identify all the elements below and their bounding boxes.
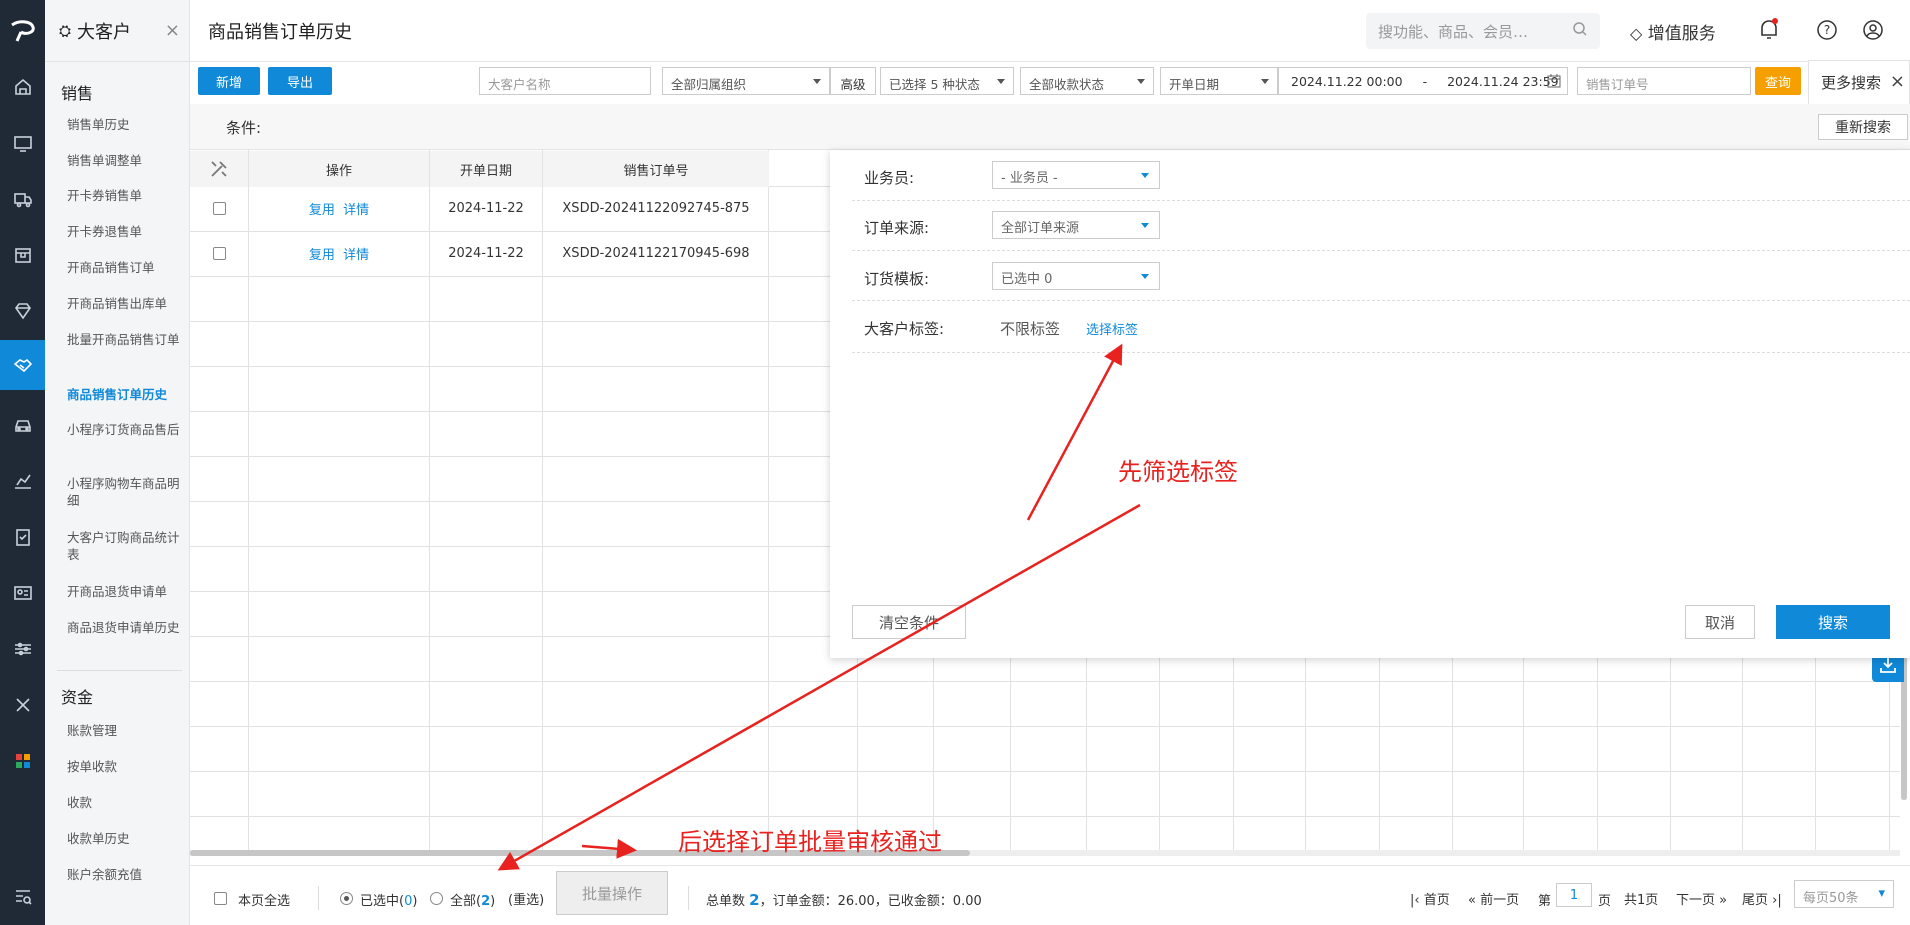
arrow-to-batch <box>581 838 637 859</box>
annotation-step1: 先筛选标签 <box>1118 458 1238 486</box>
annotation-step2: 后选择订单批量审核通过 <box>678 828 942 856</box>
annotation-arrows <box>497 343 1141 871</box>
arrow-to-select-tag <box>1026 343 1123 521</box>
arrow-to-selected <box>497 503 1141 871</box>
